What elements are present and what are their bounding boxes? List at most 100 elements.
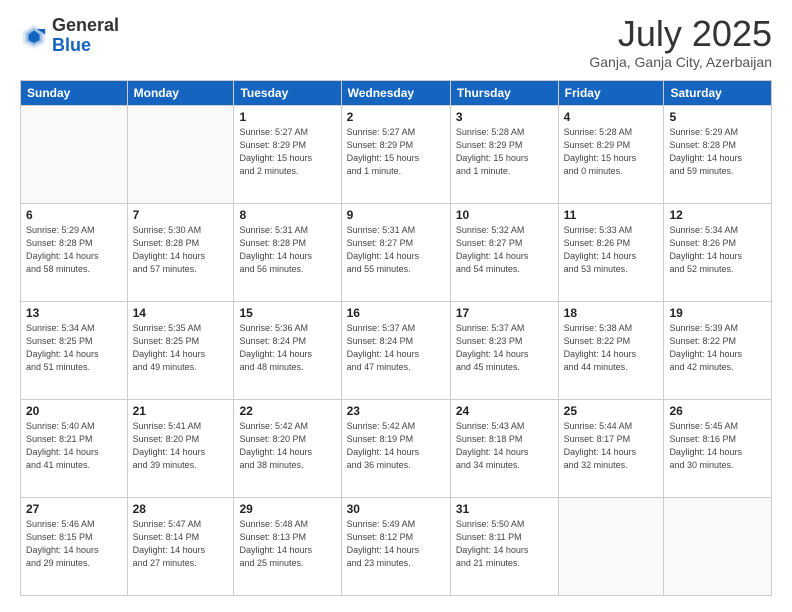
day-number: 10 xyxy=(456,208,553,222)
day-info: Sunrise: 5:35 AM Sunset: 8:25 PM Dayligh… xyxy=(133,322,229,374)
day-info: Sunrise: 5:47 AM Sunset: 8:14 PM Dayligh… xyxy=(133,518,229,570)
calendar-cell xyxy=(127,106,234,204)
day-number: 18 xyxy=(564,306,659,320)
day-info: Sunrise: 5:42 AM Sunset: 8:20 PM Dayligh… xyxy=(239,420,335,472)
logo: General Blue xyxy=(20,16,119,56)
day-number: 31 xyxy=(456,502,553,516)
calendar-week-row: 6 Sunrise: 5:29 AM Sunset: 8:28 PM Daylig… xyxy=(21,204,772,302)
day-number: 28 xyxy=(133,502,229,516)
title-block: July 2025 Ganja, Ganja City, Azerbaijan xyxy=(589,16,772,70)
day-info: Sunrise: 5:31 AM Sunset: 8:28 PM Dayligh… xyxy=(239,224,335,276)
calendar-day-header: Thursday xyxy=(450,81,558,106)
logo-text: General Blue xyxy=(52,16,119,56)
month-title: July 2025 xyxy=(589,16,772,52)
calendar-cell: 10 Sunrise: 5:32 AM Sunset: 8:27 PM Dayli… xyxy=(450,204,558,302)
day-number: 19 xyxy=(669,306,766,320)
calendar-cell: 21Sunrise: 5:41 AM Sunset: 8:20 PM Dayli… xyxy=(127,400,234,498)
day-number: 29 xyxy=(239,502,335,516)
calendar-cell: 25Sunrise: 5:44 AM Sunset: 8:17 PM Dayli… xyxy=(558,400,664,498)
day-info: Sunrise: 5:28 AM Sunset: 8:29 PM Dayligh… xyxy=(564,126,659,178)
calendar-cell: 26 Sunrise: 5:45 AM Sunset: 8:16 PM Dayli… xyxy=(664,400,772,498)
day-info: Sunrise: 5:41 AM Sunset: 8:20 PM Dayligh… xyxy=(133,420,229,472)
calendar-cell: 20 Sunrise: 5:40 AM Sunset: 8:21 PM Dayli… xyxy=(21,400,128,498)
calendar-cell: 14Sunrise: 5:35 AM Sunset: 8:25 PM Dayli… xyxy=(127,302,234,400)
calendar-cell: 31Sunrise: 5:50 AM Sunset: 8:11 PM Dayli… xyxy=(450,498,558,596)
calendar-cell: 5 Sunrise: 5:29 AM Sunset: 8:28 PM Daylig… xyxy=(664,106,772,204)
calendar-cell: 2 Sunrise: 5:27 AM Sunset: 8:29 PM Daylig… xyxy=(341,106,450,204)
day-number: 7 xyxy=(133,208,229,222)
calendar-week-row: 20 Sunrise: 5:40 AM Sunset: 8:21 PM Dayli… xyxy=(21,400,772,498)
calendar-cell xyxy=(21,106,128,204)
day-number: 17 xyxy=(456,306,553,320)
day-info: Sunrise: 5:36 AM Sunset: 8:24 PM Dayligh… xyxy=(239,322,335,374)
calendar-cell: 1Sunrise: 5:27 AM Sunset: 8:29 PM Daylig… xyxy=(234,106,341,204)
calendar-day-header: Monday xyxy=(127,81,234,106)
day-number: 16 xyxy=(347,306,445,320)
day-number: 20 xyxy=(26,404,122,418)
day-number: 5 xyxy=(669,110,766,124)
calendar-table: SundayMondayTuesdayWednesdayThursdayFrid… xyxy=(20,80,772,596)
day-info: Sunrise: 5:43 AM Sunset: 8:18 PM Dayligh… xyxy=(456,420,553,472)
calendar-cell xyxy=(558,498,664,596)
day-info: Sunrise: 5:31 AM Sunset: 8:27 PM Dayligh… xyxy=(347,224,445,276)
day-number: 15 xyxy=(239,306,335,320)
calendar-cell: 11 Sunrise: 5:33 AM Sunset: 8:26 PM Dayli… xyxy=(558,204,664,302)
day-info: Sunrise: 5:34 AM Sunset: 8:25 PM Dayligh… xyxy=(26,322,122,374)
logo-icon xyxy=(20,22,48,50)
day-info: Sunrise: 5:40 AM Sunset: 8:21 PM Dayligh… xyxy=(26,420,122,472)
day-number: 23 xyxy=(347,404,445,418)
calendar-cell: 3 Sunrise: 5:28 AM Sunset: 8:29 PM Daylig… xyxy=(450,106,558,204)
day-number: 4 xyxy=(564,110,659,124)
day-info: Sunrise: 5:32 AM Sunset: 8:27 PM Dayligh… xyxy=(456,224,553,276)
calendar-cell: 17 Sunrise: 5:37 AM Sunset: 8:23 PM Dayli… xyxy=(450,302,558,400)
calendar-day-header: Tuesday xyxy=(234,81,341,106)
day-info: Sunrise: 5:49 AM Sunset: 8:12 PM Dayligh… xyxy=(347,518,445,570)
day-info: Sunrise: 5:29 AM Sunset: 8:28 PM Dayligh… xyxy=(26,224,122,276)
day-number: 30 xyxy=(347,502,445,516)
calendar-cell: 9 Sunrise: 5:31 AM Sunset: 8:27 PM Daylig… xyxy=(341,204,450,302)
day-number: 9 xyxy=(347,208,445,222)
day-info: Sunrise: 5:39 AM Sunset: 8:22 PM Dayligh… xyxy=(669,322,766,374)
calendar-cell: 4 Sunrise: 5:28 AM Sunset: 8:29 PM Daylig… xyxy=(558,106,664,204)
calendar-cell: 28 Sunrise: 5:47 AM Sunset: 8:14 PM Dayli… xyxy=(127,498,234,596)
day-number: 1 xyxy=(239,110,335,124)
calendar-cell: 23 Sunrise: 5:42 AM Sunset: 8:19 PM Dayli… xyxy=(341,400,450,498)
day-info: Sunrise: 5:27 AM Sunset: 8:29 PM Dayligh… xyxy=(347,126,445,178)
day-info: Sunrise: 5:48 AM Sunset: 8:13 PM Dayligh… xyxy=(239,518,335,570)
day-number: 22 xyxy=(239,404,335,418)
day-info: Sunrise: 5:37 AM Sunset: 8:24 PM Dayligh… xyxy=(347,322,445,374)
day-number: 24 xyxy=(456,404,553,418)
day-info: Sunrise: 5:33 AM Sunset: 8:26 PM Dayligh… xyxy=(564,224,659,276)
calendar-day-header: Friday xyxy=(558,81,664,106)
calendar-cell: 6 Sunrise: 5:29 AM Sunset: 8:28 PM Daylig… xyxy=(21,204,128,302)
day-info: Sunrise: 5:45 AM Sunset: 8:16 PM Dayligh… xyxy=(669,420,766,472)
calendar-cell: 27 Sunrise: 5:46 AM Sunset: 8:15 PM Dayli… xyxy=(21,498,128,596)
day-info: Sunrise: 5:44 AM Sunset: 8:17 PM Dayligh… xyxy=(564,420,659,472)
calendar-cell: 29 Sunrise: 5:48 AM Sunset: 8:13 PM Dayli… xyxy=(234,498,341,596)
day-info: Sunrise: 5:37 AM Sunset: 8:23 PM Dayligh… xyxy=(456,322,553,374)
calendar-cell: 12 Sunrise: 5:34 AM Sunset: 8:26 PM Dayli… xyxy=(664,204,772,302)
day-number: 12 xyxy=(669,208,766,222)
day-info: Sunrise: 5:29 AM Sunset: 8:28 PM Dayligh… xyxy=(669,126,766,178)
calendar-cell: 13 Sunrise: 5:34 AM Sunset: 8:25 PM Dayli… xyxy=(21,302,128,400)
day-number: 26 xyxy=(669,404,766,418)
day-info: Sunrise: 5:34 AM Sunset: 8:26 PM Dayligh… xyxy=(669,224,766,276)
day-info: Sunrise: 5:30 AM Sunset: 8:28 PM Dayligh… xyxy=(133,224,229,276)
day-info: Sunrise: 5:42 AM Sunset: 8:19 PM Dayligh… xyxy=(347,420,445,472)
day-info: Sunrise: 5:46 AM Sunset: 8:15 PM Dayligh… xyxy=(26,518,122,570)
day-number: 27 xyxy=(26,502,122,516)
day-info: Sunrise: 5:38 AM Sunset: 8:22 PM Dayligh… xyxy=(564,322,659,374)
calendar-day-header: Sunday xyxy=(21,81,128,106)
day-info: Sunrise: 5:28 AM Sunset: 8:29 PM Dayligh… xyxy=(456,126,553,178)
day-number: 3 xyxy=(456,110,553,124)
calendar-cell: 30 Sunrise: 5:49 AM Sunset: 8:12 PM Dayli… xyxy=(341,498,450,596)
day-number: 13 xyxy=(26,306,122,320)
calendar-cell: 15 Sunrise: 5:36 AM Sunset: 8:24 PM Dayli… xyxy=(234,302,341,400)
location: Ganja, Ganja City, Azerbaijan xyxy=(589,54,772,70)
logo-general: General xyxy=(52,15,119,35)
day-number: 6 xyxy=(26,208,122,222)
day-number: 11 xyxy=(564,208,659,222)
day-number: 2 xyxy=(347,110,445,124)
logo-blue: Blue xyxy=(52,35,91,55)
calendar-cell xyxy=(664,498,772,596)
